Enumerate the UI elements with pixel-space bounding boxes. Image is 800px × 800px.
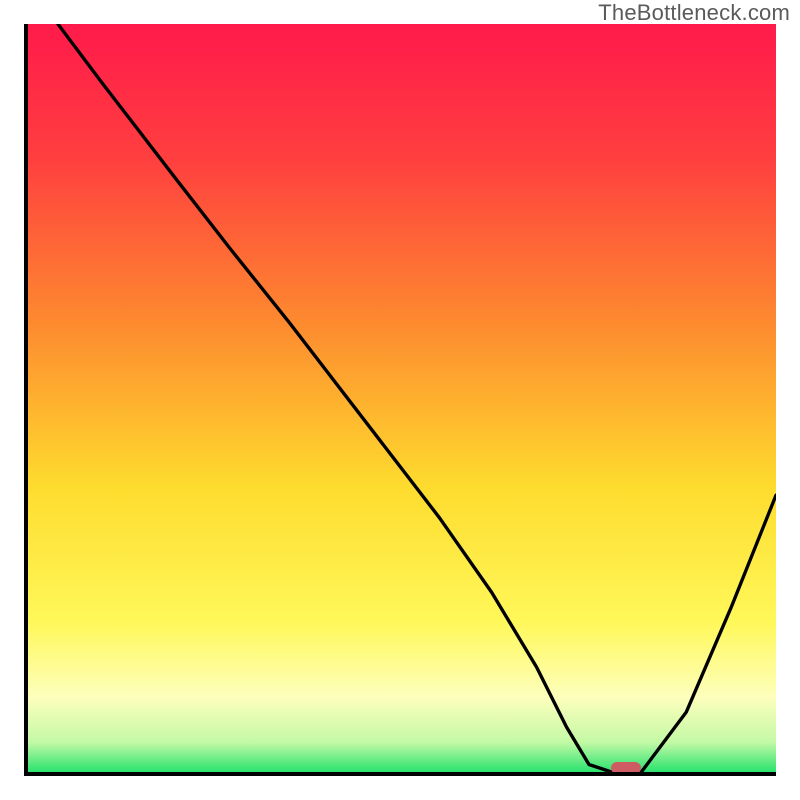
optimal-marker <box>611 762 641 774</box>
watermark-text: TheBottleneck.com <box>598 0 790 26</box>
chart-container: TheBottleneck.com <box>0 0 800 800</box>
bottleneck-curve <box>28 24 776 772</box>
plot-area <box>24 24 776 776</box>
